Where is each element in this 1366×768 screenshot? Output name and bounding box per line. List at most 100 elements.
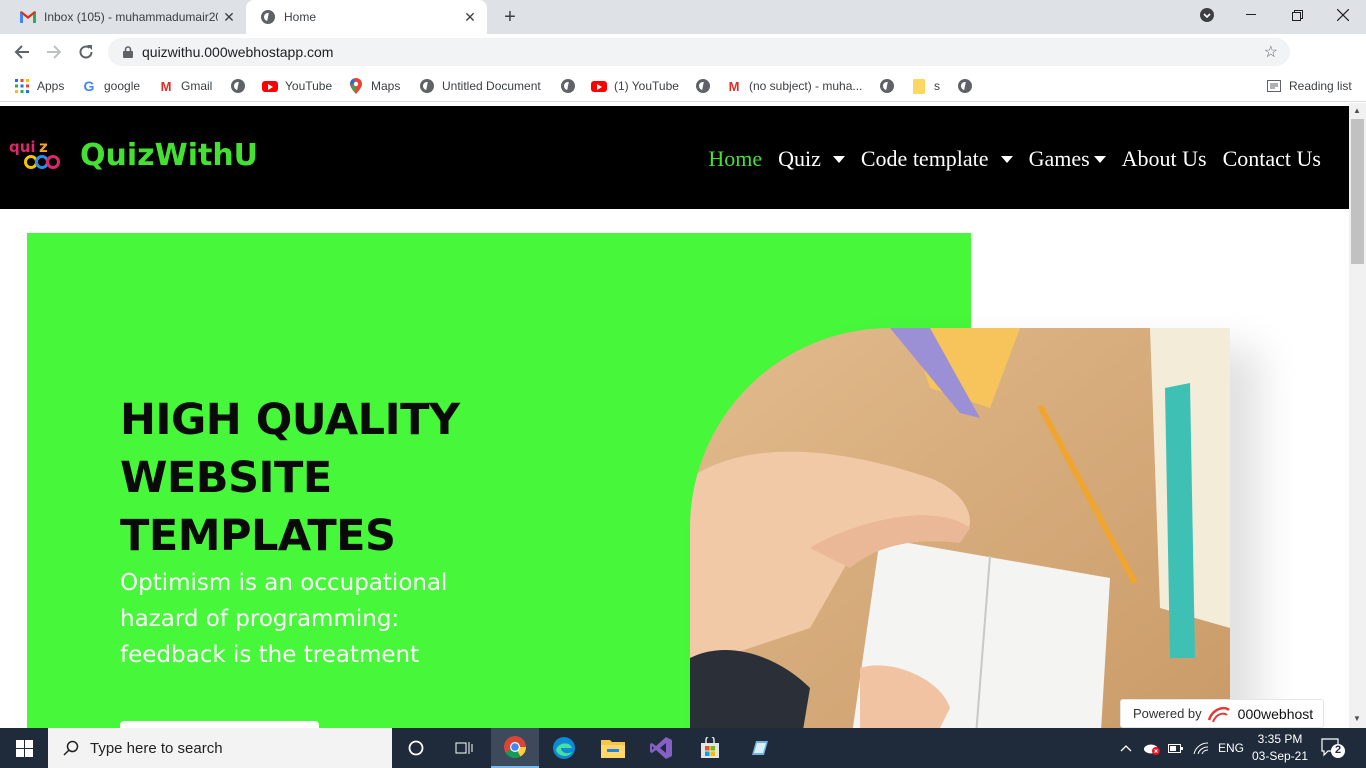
quiz-logo-icon[interactable]: qui z: [9, 138, 61, 172]
taskbar-edge[interactable]: [540, 728, 588, 768]
page-scrollbar[interactable]: ▲ ▼: [1349, 103, 1366, 728]
clock-date: 03-Sep-21: [1251, 749, 1309, 763]
site-brand[interactable]: QuizWithU: [80, 138, 258, 173]
nav-games[interactable]: Games: [1029, 146, 1106, 172]
page-viewport: qui z QuizWithU Home Quiz Code template …: [0, 103, 1349, 728]
cortana-button[interactable]: [392, 728, 440, 768]
start-button[interactable]: [0, 728, 48, 768]
action-center-button[interactable]: 2: [1320, 736, 1346, 760]
browser-toolbar: quizwithu.000webhostapp.com ☆ M: [0, 34, 1366, 99]
bookmark-youtube[interactable]: YouTube: [262, 76, 332, 96]
bookmark-label: (1) YouTube: [614, 79, 679, 93]
nav-home[interactable]: Home: [708, 146, 762, 172]
powered-by-badge[interactable]: Powered by 000webhost: [1120, 699, 1324, 728]
bookmark-star-icon[interactable]: ☆: [1264, 42, 1278, 62]
bookmark-untitled-document[interactable]: Untitled Document: [419, 76, 541, 96]
tray-wifi[interactable]: [1193, 728, 1209, 768]
bookmark-globe[interactable]: [879, 76, 902, 96]
nav-label: About Us: [1121, 146, 1207, 171]
taskbar-clock[interactable]: 3:35 PM 03-Sep-21: [1250, 731, 1310, 765]
nav-label: Home: [708, 146, 763, 171]
close-tab-icon[interactable]: ✕: [459, 6, 481, 28]
address-bar[interactable]: quizwithu.000webhostapp.com ☆: [108, 38, 1290, 66]
taskbar-app[interactable]: [735, 728, 783, 768]
taskbar-visual-studio[interactable]: [637, 728, 685, 768]
site-nav-links: Home Quiz Code template Games About Us C…: [692, 146, 1321, 172]
scroll-down-icon[interactable]: ▼: [1353, 714, 1361, 723]
forward-button[interactable]: [42, 40, 66, 64]
reading-list-button[interactable]: Reading list: [1266, 76, 1352, 96]
battery-icon: [1168, 744, 1183, 753]
task-view-button[interactable]: [440, 728, 488, 768]
bookmark-folder-s[interactable]: s: [911, 76, 940, 96]
windows-taskbar: Type here to search ENG 3:35 PM 03-Sep-2…: [0, 728, 1366, 768]
search-icon: [62, 739, 80, 757]
bookmark-globe[interactable]: [957, 76, 980, 96]
nav-about-us[interactable]: About Us: [1122, 146, 1207, 172]
hero-cta-button[interactable]: [120, 721, 319, 728]
scroll-up-icon[interactable]: ▲: [1353, 106, 1361, 115]
hero-subtitle-line: feedback is the treatment: [120, 642, 420, 668]
powered-by-label: Powered by: [1133, 706, 1202, 721]
globe-icon: [957, 78, 973, 94]
nav-label: Games: [1028, 146, 1090, 171]
bookmark-gmail[interactable]: M Gmail: [158, 76, 213, 96]
close-tab-icon[interactable]: ✕: [218, 6, 240, 28]
visual-studio-icon: [650, 737, 672, 759]
bookmark-globe[interactable]: [695, 76, 718, 96]
taskbar-search-box[interactable]: Type here to search: [48, 728, 392, 768]
taskbar-chrome[interactable]: [491, 728, 539, 768]
hero-subtitle-line: hazard of programming:: [120, 606, 400, 632]
reload-icon: [79, 45, 93, 59]
bookmark-globe[interactable]: [230, 76, 253, 96]
notification-icon: [1321, 738, 1345, 758]
reading-list-icon: [1266, 78, 1282, 94]
gmail-icon: M: [728, 78, 740, 94]
bookmark-globe[interactable]: [560, 76, 583, 96]
tray-language[interactable]: ENG: [1218, 728, 1244, 768]
reload-button[interactable]: [74, 40, 98, 64]
google-icon: G: [83, 78, 95, 94]
back-button[interactable]: [10, 40, 34, 64]
minimize-icon: [1246, 14, 1256, 15]
bookmark-no-subject[interactable]: M (no subject) - muha...: [726, 76, 863, 96]
bookmark-maps[interactable]: Maps: [348, 76, 400, 96]
bookmark-label: s: [934, 79, 940, 93]
caret-down-icon: [1000, 155, 1013, 163]
folder-icon: [911, 78, 927, 94]
youtube-icon: [591, 78, 607, 94]
cortana-circle-icon: [408, 740, 424, 756]
bookmark-label: Gmail: [181, 79, 213, 93]
tab-home[interactable]: Home ✕: [246, 0, 487, 34]
close-window-button[interactable]: [1320, 0, 1366, 30]
bookmark-youtube-1[interactable]: (1) YouTube: [591, 76, 679, 96]
search-placeholder: Type here to search: [90, 739, 223, 757]
gmail-icon: M: [160, 78, 172, 94]
bookmark-google[interactable]: G google: [81, 76, 141, 96]
nav-label: Code template: [860, 146, 989, 171]
new-tab-button[interactable]: +: [498, 5, 522, 29]
taskbar-store[interactable]: [686, 728, 734, 768]
store-bag-icon: [701, 737, 719, 758]
tab-search-button[interactable]: [1184, 0, 1230, 30]
nav-code-template[interactable]: Code template: [861, 146, 1013, 172]
minimize-button[interactable]: [1228, 0, 1274, 30]
cloud-error-icon: [1144, 744, 1160, 755]
tray-network-error[interactable]: [1143, 728, 1161, 768]
close-icon: [1337, 9, 1349, 21]
taskbar-file-explorer[interactable]: [589, 728, 637, 768]
show-hidden-icons[interactable]: [1120, 728, 1132, 768]
youtube-icon: [262, 78, 278, 94]
nav-contact-us[interactable]: Contact Us: [1223, 146, 1321, 172]
globe-icon: [695, 78, 711, 94]
scrollbar-thumb[interactable]: [1351, 119, 1364, 264]
nav-label: Contact Us: [1222, 146, 1321, 171]
bookmark-apps[interactable]: Apps: [14, 76, 64, 96]
tray-battery[interactable]: [1168, 728, 1184, 768]
bookmark-label: Apps: [37, 79, 65, 93]
nav-quiz[interactable]: Quiz: [778, 146, 845, 172]
tab-gmail-inbox[interactable]: Inbox (105) - muhammadumair2020@gmail.co…: [8, 0, 246, 34]
hero-photo: [690, 328, 1230, 728]
apps-grid-icon: [14, 78, 30, 94]
restore-button[interactable]: [1274, 0, 1320, 30]
